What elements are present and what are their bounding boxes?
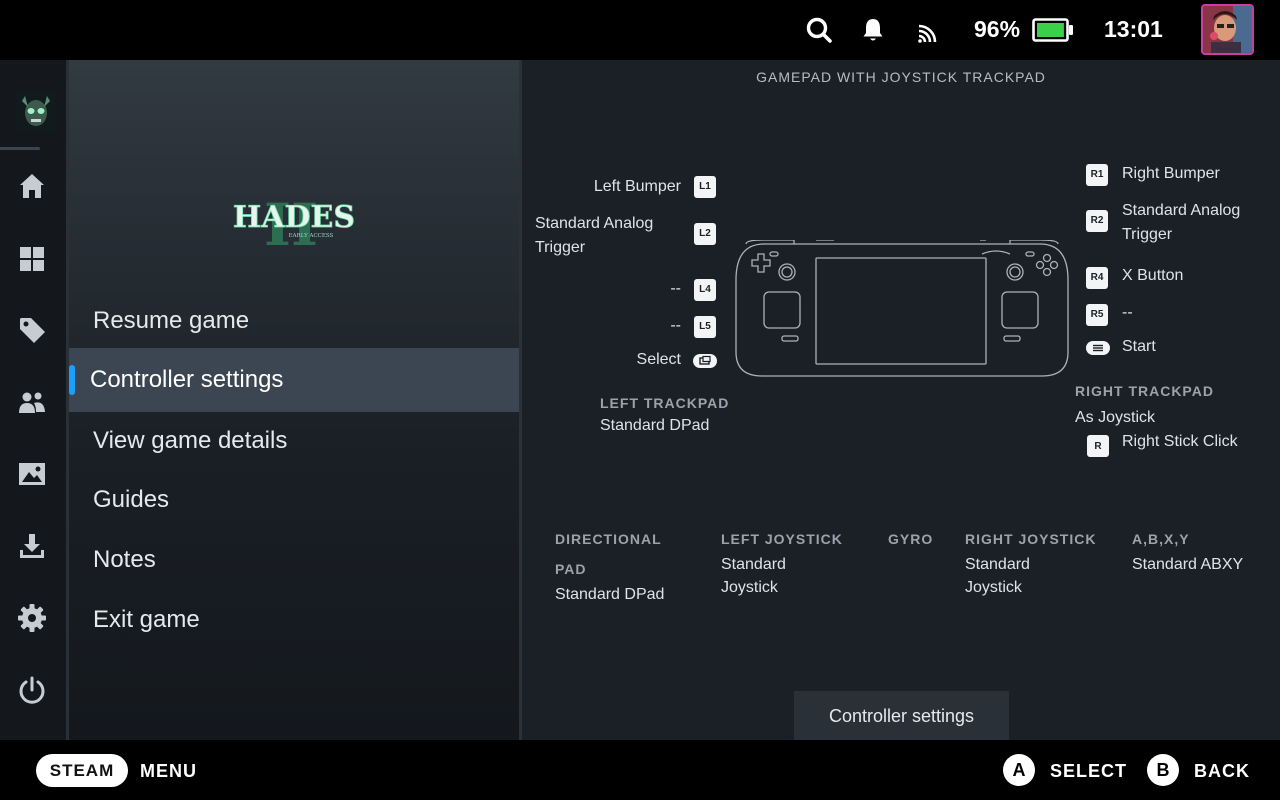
directional-pad-value: Standard DPad [555, 586, 665, 603]
abxy-value: Standard ABXY [1132, 556, 1244, 573]
rail-divider [0, 147, 40, 150]
game-menu-panel: II HADES EARLY ACCESS Resume game Contro… [69, 60, 519, 740]
friends-icon[interactable] [16, 386, 48, 418]
logo-subtitle: EARLY ACCESS [289, 233, 334, 239]
start-label: Start [1122, 338, 1156, 355]
logo-title: HADES [233, 200, 355, 235]
right-trackpad-header: RIGHT TRACKPAD [1075, 383, 1214, 399]
select-action-label: SELECT [1050, 761, 1128, 781]
power-icon[interactable] [16, 674, 48, 706]
menu-item-label: View game details [93, 427, 288, 454]
bell-icon[interactable] [858, 15, 888, 45]
select-glyph-icon [693, 354, 717, 368]
right-joystick-header: RIGHT JOYSTICK [965, 531, 1097, 547]
menu-item-notes[interactable]: Notes [69, 528, 519, 592]
menu-item-label: Resume game [93, 307, 250, 334]
battery-percent: 96% [974, 16, 1021, 42]
left-joystick-value-line2: Joystick [721, 579, 778, 596]
l5-label: -- [670, 317, 681, 334]
l2-badge: L2 [694, 223, 716, 245]
menu-item-label: Guides [93, 486, 170, 513]
r2-label-line2: Trigger [1122, 226, 1173, 243]
search-icon[interactable] [804, 15, 834, 45]
game-logo: II HADES EARLY ACCESS [233, 191, 356, 255]
layout-heading: GAMEPAD WITH JOYSTICK TRACKPAD [756, 69, 1046, 85]
download-icon[interactable] [16, 530, 48, 562]
r5-badge: R5 [1086, 304, 1108, 326]
top-bar: 96% 13:01 [0, 0, 1280, 60]
menu-item-label: Notes [93, 546, 156, 573]
right-stick-click-label: Right Stick Click [1122, 433, 1238, 450]
r4-badge: R4 [1086, 267, 1108, 289]
battery-icon [1032, 18, 1073, 42]
battery-fill [1037, 23, 1064, 37]
right-trackpad-value: As Joystick [1075, 409, 1156, 426]
r2-badge: R2 [1086, 210, 1108, 232]
menu-item-view-game-details[interactable]: View game details [69, 409, 519, 473]
grid-icon[interactable] [16, 243, 48, 275]
start-glyph-icon [1086, 341, 1110, 355]
home-icon[interactable] [16, 170, 48, 202]
r5-label: -- [1122, 304, 1133, 321]
menu-item-controller-settings[interactable]: Controller settings [69, 348, 519, 412]
select-label: Select [636, 351, 681, 368]
media-icon[interactable] [16, 458, 48, 490]
right-stick-click-badge: R [1087, 435, 1109, 457]
menu-item-exit-game[interactable]: Exit game [69, 588, 519, 652]
active-indicator [69, 365, 75, 395]
l4-label: -- [670, 280, 681, 297]
l1-badge: L1 [694, 176, 716, 198]
menu-item-guides[interactable]: Guides [69, 468, 519, 532]
clock-time: 13:01 [1104, 16, 1163, 42]
b-button-icon[interactable]: B [1147, 754, 1179, 786]
l2-label-line2: Trigger [535, 239, 586, 256]
menu-item-label: Exit game [93, 606, 200, 633]
l2-label-line1: Standard Analog [535, 215, 654, 232]
left-joystick-value-line1: Standard [721, 556, 786, 573]
gear-icon[interactable] [16, 602, 48, 634]
r1-badge: R1 [1086, 164, 1108, 186]
cast-icon[interactable] [914, 15, 944, 45]
left-trackpad-header: LEFT TRACKPAD [600, 395, 730, 411]
l5-badge: L5 [694, 316, 716, 338]
avatar-image [1203, 6, 1252, 53]
r1-label: Right Bumper [1122, 165, 1220, 182]
menu-item-label: Controller settings [90, 366, 284, 393]
avatar[interactable] [1201, 4, 1254, 55]
r2-label-line1: Standard Analog [1122, 202, 1241, 219]
left-joystick-header: LEFT JOYSTICK [721, 531, 843, 547]
bottom-bar: STEAM MENU A SELECT B BACK [0, 740, 1280, 800]
menu-label: MENU [140, 761, 197, 781]
gyro-header: GYRO [888, 531, 934, 547]
controller-settings-button[interactable]: Controller settings [794, 691, 1009, 741]
directional-pad-header-line1: DIRECTIONAL [555, 531, 662, 547]
steam-button[interactable]: STEAM [36, 754, 128, 787]
r4-label: X Button [1122, 267, 1184, 284]
game-icon[interactable] [16, 91, 56, 131]
tag-icon[interactable] [16, 314, 48, 346]
right-joystick-value-line2: Joystick [965, 579, 1022, 596]
back-action-label: BACK [1194, 761, 1250, 781]
l1-label: Left Bumper [593, 178, 681, 195]
abxy-header: A,B,X,Y [1132, 531, 1190, 547]
l4-badge: L4 [694, 279, 716, 301]
steam-deck-diagram [735, 240, 1069, 377]
controller-settings-button-label: Controller settings [828, 706, 975, 726]
right-joystick-value-line1: Standard [965, 556, 1030, 573]
left-trackpad-value: Standard DPad [600, 417, 710, 434]
a-button-icon[interactable]: A [1003, 754, 1035, 786]
menu-item-resume-game[interactable]: Resume game [69, 289, 519, 353]
game-thumbnail [16, 91, 56, 131]
controller-layout-panel: GAMEPAD WITH JOYSTICK TRACKPAD Left Bump… [522, 60, 1280, 741]
directional-pad-header-line2: PAD [555, 561, 587, 577]
